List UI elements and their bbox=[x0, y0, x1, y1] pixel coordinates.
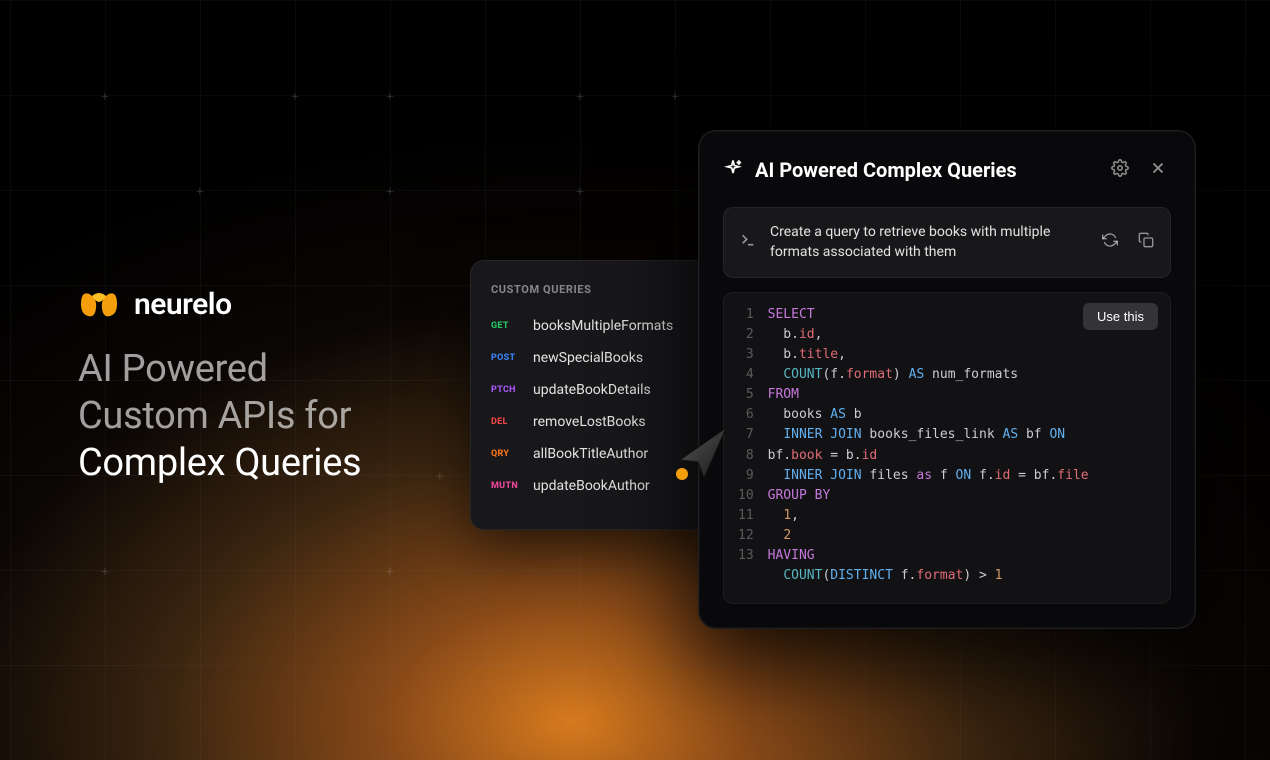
line-numbers: 12345678910111213 bbox=[738, 305, 754, 587]
query-name: allBookTitleAuthor bbox=[533, 446, 648, 462]
query-item[interactable]: POST newSpecialBooks bbox=[491, 342, 719, 374]
logo-mark-icon bbox=[78, 286, 120, 322]
http-method-badge: GET bbox=[491, 321, 521, 331]
ai-queries-panel: AI Powered Complex Queries Create a quer… bbox=[698, 130, 1196, 629]
query-item[interactable]: GET booksMultipleFormats bbox=[491, 310, 719, 342]
settings-button[interactable] bbox=[1107, 155, 1133, 185]
code-content: SELECT b.id, b.title, COUNT(f.format) AS… bbox=[768, 305, 1089, 587]
custom-queries-title: CUSTOM QUERIES bbox=[491, 283, 719, 296]
http-method-badge: MUTN bbox=[491, 481, 521, 491]
brand-name: neurelo bbox=[134, 287, 232, 322]
query-item[interactable]: QRY allBookTitleAuthor bbox=[491, 438, 719, 470]
headline-line-1: AI Powered bbox=[78, 346, 361, 393]
prompt-row: Create a query to retrieve books with mu… bbox=[723, 207, 1171, 278]
http-method-badge: POST bbox=[491, 353, 521, 363]
query-name: updateBookAuthor bbox=[533, 478, 650, 494]
code-block: Use this 12345678910111213 SELECT b.id, … bbox=[723, 292, 1171, 604]
query-item[interactable]: MUTN updateBookAuthor bbox=[491, 470, 719, 502]
http-method-badge: DEL bbox=[491, 417, 521, 427]
query-name: updateBookDetails bbox=[533, 382, 651, 398]
brand-logo: neurelo bbox=[78, 286, 361, 322]
copy-button[interactable] bbox=[1138, 232, 1154, 252]
close-button[interactable] bbox=[1145, 155, 1171, 185]
use-this-button[interactable]: Use this bbox=[1083, 303, 1158, 330]
query-name: newSpecialBooks bbox=[533, 350, 643, 366]
query-item[interactable]: DEL removeLostBooks bbox=[491, 406, 719, 438]
http-method-badge: QRY bbox=[491, 449, 521, 459]
sparkle-icon bbox=[723, 158, 743, 182]
headline-line-2: Custom APIs for bbox=[78, 393, 361, 440]
http-method-badge: PTCH bbox=[491, 385, 521, 395]
prompt-text: Create a query to retrieve books with mu… bbox=[770, 222, 1088, 263]
query-item[interactable]: PTCH updateBookDetails bbox=[491, 374, 719, 406]
ai-panel-title: AI Powered Complex Queries bbox=[755, 158, 1095, 182]
headline-line-3: Complex Queries bbox=[78, 440, 361, 487]
terminal-icon bbox=[740, 232, 756, 252]
query-name: booksMultipleFormats bbox=[533, 318, 673, 334]
query-name: removeLostBooks bbox=[533, 414, 646, 430]
hero-headline: AI Powered Custom APIs for Complex Queri… bbox=[78, 346, 361, 487]
refresh-button[interactable] bbox=[1102, 232, 1118, 252]
